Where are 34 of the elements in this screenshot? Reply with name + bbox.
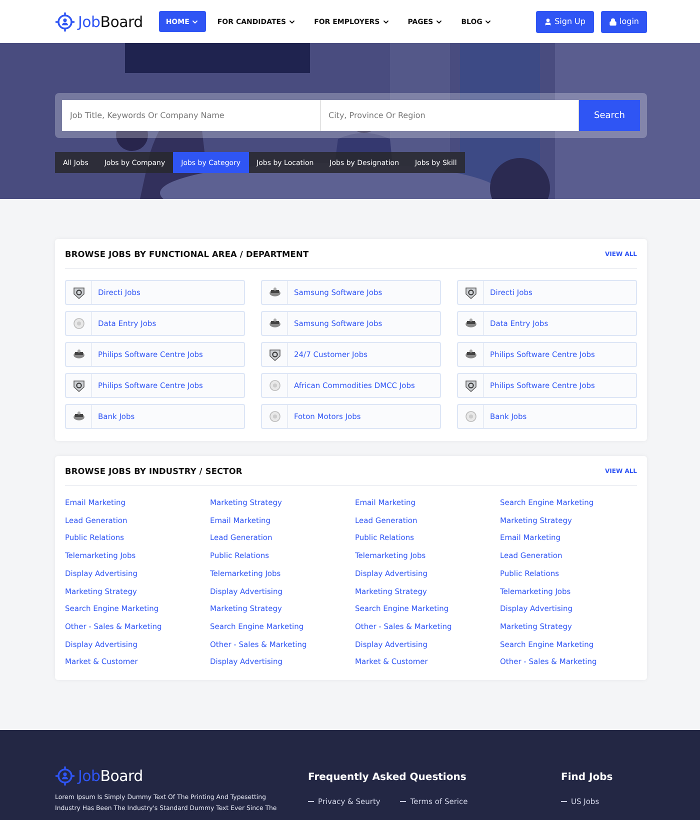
lock-icon [608, 18, 616, 26]
logo-text[interactable]: JobBoard [78, 12, 143, 30]
emblem-icon [464, 317, 476, 330]
emblem-icon [268, 286, 280, 299]
emblem-icon [72, 348, 84, 361]
emblem-icon [72, 286, 84, 299]
location-field[interactable]: City, Province Or Region [320, 100, 579, 131]
emblem-icon [268, 410, 280, 423]
chevron-down-icon [484, 18, 492, 26]
chevron-down-icon [435, 18, 444, 26]
chevron-down-icon [288, 18, 296, 26]
emblem-icon [268, 379, 280, 392]
emblem-icon [464, 379, 476, 392]
footer-heading: Find Jobs [561, 772, 614, 783]
logo-text[interactable]: JobBoard [78, 767, 143, 785]
sign-up-button[interactable]: Sign Up [536, 10, 594, 32]
logo-icon [55, 12, 75, 32]
emblem-icon [464, 286, 476, 299]
emblem-icon [72, 317, 84, 330]
footer-heading: Frequently Asked Questions [308, 772, 468, 783]
emblem-icon [72, 379, 84, 392]
emblem-icon [464, 410, 476, 423]
section-title: BROWSE JOBS BY FUNCTIONAL AREA / DEPARTMENT [65, 249, 309, 259]
section-title: BROWSE JOBS BY INDUSTRY / SECTOR [65, 466, 242, 476]
emblem-icon [268, 348, 280, 361]
emblem-icon [464, 348, 476, 361]
search-button[interactable]: Search [579, 100, 640, 131]
logo-icon [55, 766, 75, 786]
emblem-icon [72, 410, 84, 423]
emblem-icon [268, 317, 280, 330]
user-icon [544, 18, 552, 26]
chevron-down-icon [382, 18, 390, 26]
chevron-down-icon [191, 18, 200, 26]
login-button[interactable]: login [600, 10, 647, 32]
